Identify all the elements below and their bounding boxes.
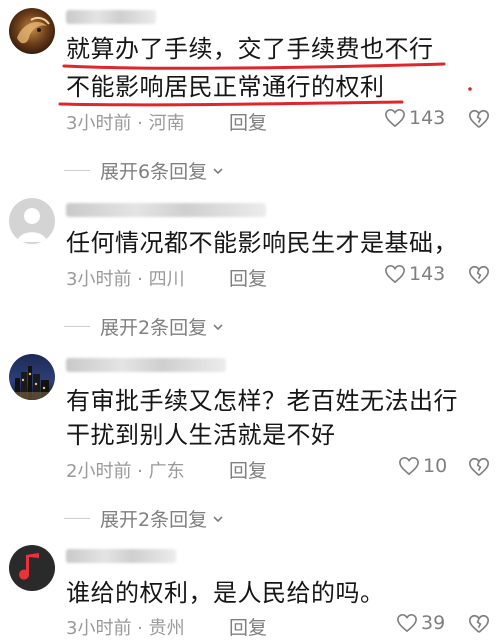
username-blurred[interactable] (66, 549, 176, 563)
heart-icon (399, 456, 419, 476)
avatar-music-note[interactable] (9, 545, 55, 591)
like-button[interactable]: 39 (396, 612, 445, 634)
comment-text-line-1: 任何情况都不能影响民生才是基础， (66, 229, 458, 257)
meta-separator: · (131, 113, 149, 134)
expand-replies-button[interactable]: 展开2条回复 (64, 505, 225, 532)
comment-location: 河南 (148, 113, 185, 134)
reply-button[interactable]: 回复 (229, 613, 267, 640)
like-count: 143 (409, 107, 446, 129)
divider-line (64, 518, 90, 519)
reply-button[interactable]: 回复 (229, 456, 267, 483)
like-button[interactable]: 143 (384, 263, 445, 285)
expand-replies-label: 展开2条回复 (100, 317, 208, 339)
broken-heart-icon[interactable] (468, 264, 490, 286)
username-blurred[interactable] (66, 358, 226, 372)
comment-text-line-2: 干扰到别人生活就是不好 (66, 421, 336, 449)
comment-time: 2小时前 (66, 461, 132, 482)
comment-meta: 3小时前 · 四川 (66, 265, 185, 291)
comment-meta: 3小时前 · 贵州 (66, 614, 185, 640)
comment-4: 谁给的权利，是人民给的吗。 3小时前 · 贵州 回复 39 (0, 0, 499, 639)
divider-line (64, 326, 90, 327)
comment-time: 3小时前 (66, 269, 132, 290)
chevron-down-icon (213, 323, 223, 330)
meta-separator: · (131, 618, 149, 639)
divider-line (64, 170, 90, 171)
comment-meta: 2小时前 · 广东 (66, 457, 185, 483)
comment-1: 就算办了手续，交了手续费也不行 不能影响居民正常通行的权利 3小时前 · 河南 … (0, 0, 499, 183)
meta-separator: · (131, 461, 149, 482)
like-button[interactable]: 143 (384, 107, 445, 129)
comment-text-line-1: 有审批手续又怎样？老百姓无法出行 (66, 387, 458, 415)
expand-replies-label: 展开2条回复 (100, 509, 208, 531)
reply-button[interactable]: 回复 (229, 108, 267, 135)
expand-replies-button[interactable]: 展开6条回复 (64, 157, 225, 184)
heart-icon (385, 264, 405, 284)
username-blurred[interactable] (66, 10, 156, 24)
heart-icon (397, 613, 417, 633)
comment-location: 四川 (148, 269, 185, 290)
comment-text-line-1: 谁给的权利，是人民给的吗。 (66, 579, 385, 607)
comment-text-line-2: 不能影响居民正常通行的权利 (66, 73, 385, 101)
like-button[interactable]: 10 (398, 455, 447, 477)
like-count: 10 (423, 455, 448, 477)
like-count: 143 (409, 263, 446, 285)
avatar-night-city[interactable] (9, 354, 55, 400)
avatar-default[interactable] (9, 198, 55, 244)
comment-text-line-1: 就算办了手续，交了手续费也不行 (66, 35, 434, 63)
heart-icon (385, 108, 405, 128)
avatar-dragon[interactable] (9, 8, 55, 54)
reply-button[interactable]: 回复 (229, 264, 267, 291)
expand-replies-label: 展开6条回复 (100, 161, 208, 183)
broken-heart-icon[interactable] (468, 613, 490, 635)
comment-time: 3小时前 (66, 113, 132, 134)
meta-separator: · (131, 269, 149, 290)
username-blurred[interactable] (66, 203, 266, 217)
comment-time: 3小时前 (66, 618, 132, 639)
comment-location: 广东 (148, 461, 185, 482)
comment-meta: 3小时前 · 河南 (66, 109, 185, 135)
comment-location: 贵州 (148, 618, 185, 639)
broken-heart-icon[interactable] (468, 108, 490, 130)
expand-replies-button[interactable]: 展开2条回复 (64, 313, 225, 340)
chevron-down-icon (213, 167, 223, 174)
broken-heart-icon[interactable] (468, 456, 490, 478)
like-count: 39 (421, 612, 446, 634)
chevron-down-icon (213, 515, 223, 522)
